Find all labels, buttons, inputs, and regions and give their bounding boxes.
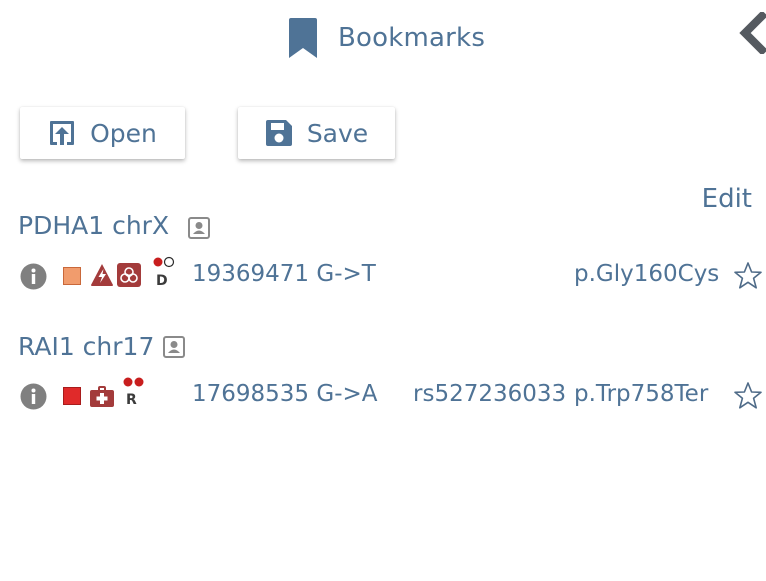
variant-position[interactable]: 19369471 G->T bbox=[192, 261, 376, 287]
open-button[interactable]: Open bbox=[20, 107, 185, 159]
star-outline-icon[interactable] bbox=[733, 381, 763, 411]
chevron-left-icon[interactable] bbox=[736, 12, 766, 54]
page-title: Bookmarks bbox=[338, 23, 486, 53]
zygosity-letter: R bbox=[126, 392, 137, 408]
protein-change[interactable]: p.Trp758Ter bbox=[574, 381, 708, 407]
bookmark-icon bbox=[289, 18, 317, 58]
edit-link[interactable]: Edit bbox=[702, 184, 752, 214]
open-upload-icon bbox=[50, 121, 75, 145]
save-button-label: Save bbox=[306, 118, 369, 148]
impact-square-icon bbox=[63, 267, 81, 285]
variant-row: R 17698535 G->A rs527236033 p.Trp758Ter bbox=[0, 377, 766, 411]
protein-change[interactable]: p.Gly160Cys bbox=[574, 261, 719, 287]
save-button[interactable]: Save bbox=[238, 107, 395, 159]
variant-position[interactable]: 17698535 G->A bbox=[192, 381, 378, 407]
bookmark-title[interactable]: RAI1 chr17 bbox=[18, 332, 154, 361]
biohazard-icon bbox=[117, 263, 141, 287]
variant-row: D 19369471 G->T p.Gly160Cys bbox=[0, 256, 766, 291]
zygosity-letter: D bbox=[156, 273, 168, 289]
title-group: Bookmarks bbox=[288, 18, 485, 58]
bookmark-title[interactable]: PDHA1 chrX bbox=[18, 211, 169, 240]
medical-kit-icon bbox=[90, 386, 114, 407]
impact-square-icon bbox=[63, 387, 81, 405]
open-button-label: Open bbox=[90, 118, 157, 148]
header: Bookmarks bbox=[0, 0, 766, 76]
variant-rsid[interactable]: rs527236033 bbox=[413, 381, 566, 407]
floppy-disk-icon bbox=[265, 120, 292, 146]
person-card-icon[interactable] bbox=[188, 217, 210, 239]
info-icon[interactable] bbox=[20, 383, 47, 410]
info-icon[interactable] bbox=[20, 263, 47, 290]
warning-triangle-icon bbox=[91, 264, 113, 286]
star-outline-icon[interactable] bbox=[733, 261, 763, 291]
person-card-icon[interactable] bbox=[163, 336, 185, 358]
